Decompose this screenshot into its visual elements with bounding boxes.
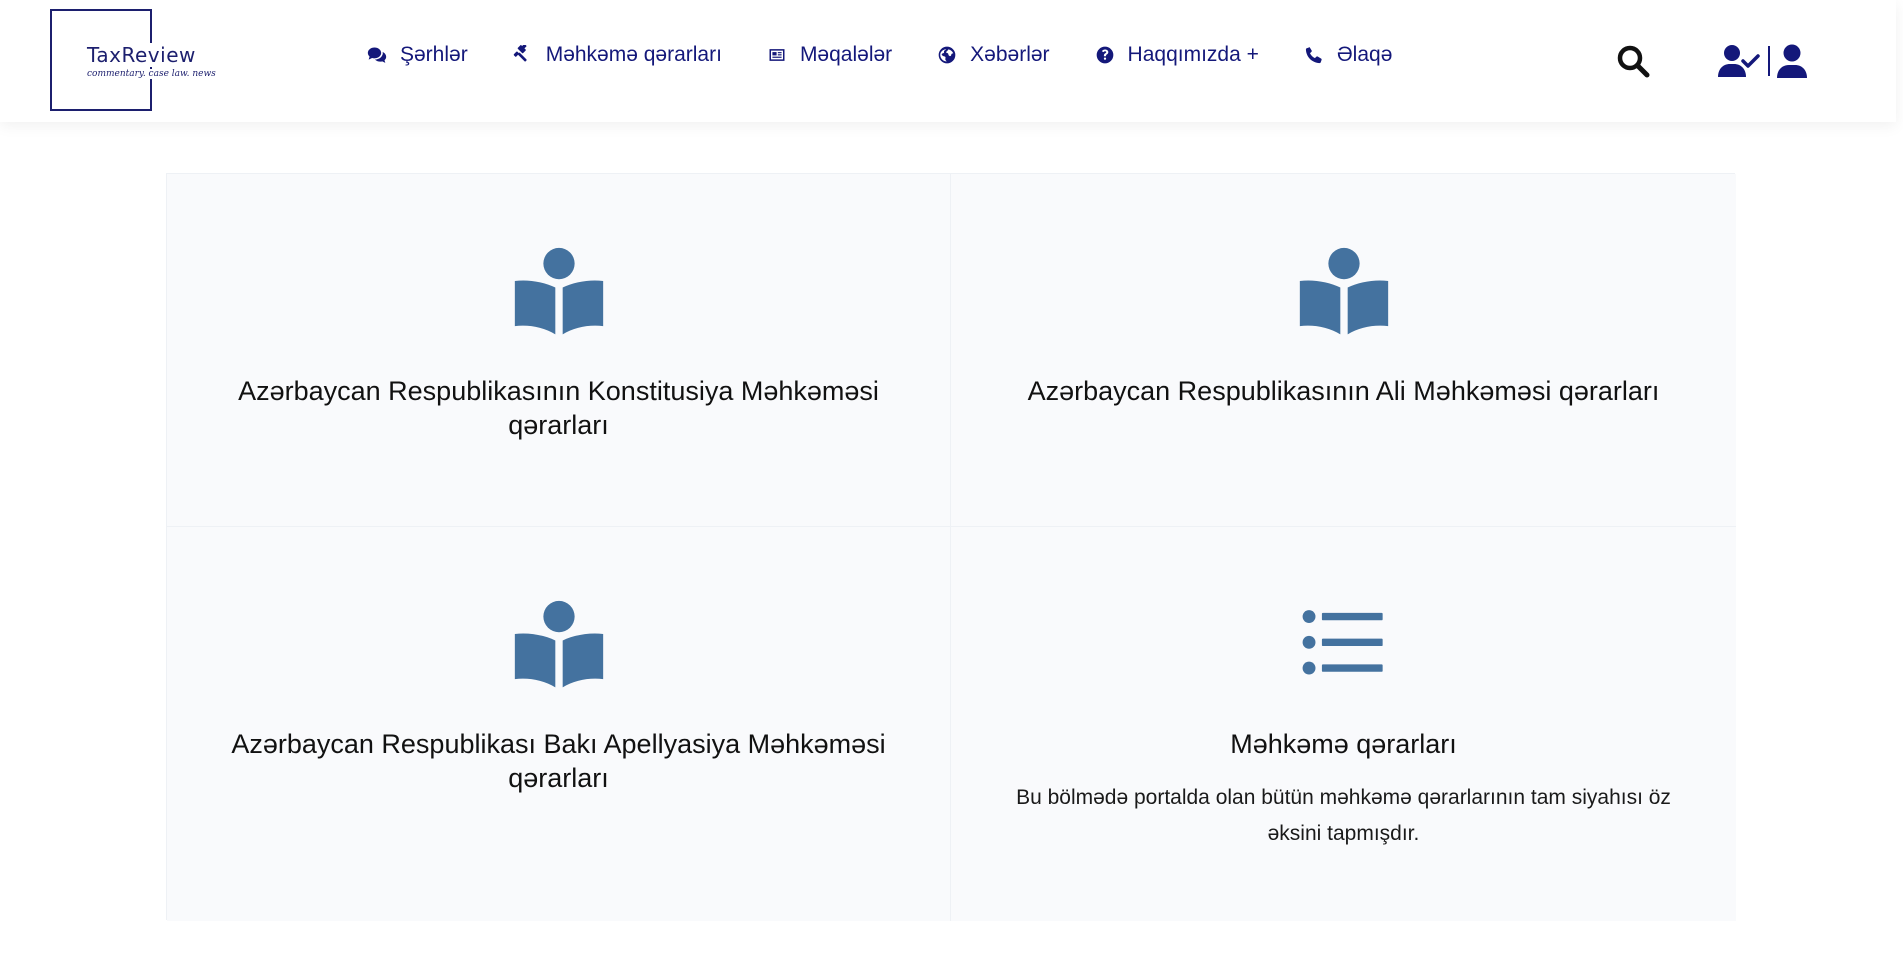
card-baku-appeal-court[interactable]: Azərbaycan Respublikası Bakı Apellyasiya…: [167, 527, 951, 921]
user-icon: [1777, 44, 1807, 78]
nav-item-label: Haqqımızda +: [1127, 43, 1259, 66]
book-reader-icon: [513, 247, 605, 339]
phone-icon: [1303, 44, 1325, 66]
nav-item-label: Şərhlər: [400, 43, 468, 66]
book-reader-icon: [513, 600, 605, 692]
newspaper-icon: [766, 44, 788, 66]
book-reader-icon: [1298, 247, 1390, 339]
nav-item-court-decisions[interactable]: Məhkəmə qərarları: [512, 43, 722, 67]
site-logo[interactable]: TaxReview commentary. case law. news: [50, 9, 216, 111]
card-title: Azərbaycan Respublikasının Konstitusiya …: [238, 376, 879, 440]
card-title: Məhkəmə qərarları: [1230, 729, 1457, 759]
header-divider: [1768, 46, 1770, 76]
user-check-icon: [1718, 45, 1760, 77]
nav-item-label: Əlaqə: [1336, 43, 1393, 66]
card-constitutional-court[interactable]: Azərbaycan Respublikasının Konstitusiya …: [167, 174, 951, 527]
logo-tagline: commentary. case law. news: [87, 69, 216, 79]
login-button[interactable]: [1776, 44, 1808, 78]
nav-item-articles[interactable]: Məqalələr: [766, 43, 892, 67]
card-title: Azərbaycan Respublikasının Ali Məhkəməsi…: [1027, 376, 1660, 406]
main-nav: Şərhlər Məhkəmə qərarları Məqalələr Xəbə…: [366, 43, 1392, 67]
register-button[interactable]: [1718, 44, 1760, 78]
card-supreme-court[interactable]: Azərbaycan Respublikasının Ali Məhkəməsi…: [951, 174, 1736, 527]
card-description: Bu bölmədə portalda olan bütün məhkəmə q…: [1016, 786, 1671, 845]
search-icon: [1617, 45, 1650, 78]
gavel-icon: [512, 44, 534, 66]
site-header: TaxReview commentary. case law. news Şər…: [0, 0, 1896, 122]
comments-icon: [366, 44, 388, 66]
nav-item-label: Məhkəmə qərarları: [545, 43, 722, 66]
list-icon: [1298, 600, 1390, 692]
nav-item-label: Məqalələr: [799, 43, 893, 66]
nav-item-label: Xəbərlər: [970, 43, 1050, 66]
search-button[interactable]: [1616, 44, 1650, 78]
globe-icon: [936, 44, 958, 66]
nav-item-about[interactable]: Haqqımızda +: [1094, 43, 1259, 67]
nav-item-contact[interactable]: Əlaqə: [1303, 43, 1393, 67]
nav-item-comments[interactable]: Şərhlər: [366, 43, 468, 67]
card-title: Azərbaycan Respublikası Bakı Apellyasiya…: [231, 729, 886, 793]
nav-item-news[interactable]: Xəbərlər: [936, 43, 1050, 67]
logo-title: TaxReview: [87, 43, 198, 67]
question-circle-icon: [1094, 44, 1116, 66]
card-all-court-decisions[interactable]: Məhkəmə qərarları Bu bölmədə portalda ol…: [951, 527, 1736, 921]
court-decisions-grid: Azərbaycan Respublikasının Konstitusiya …: [166, 173, 1736, 921]
